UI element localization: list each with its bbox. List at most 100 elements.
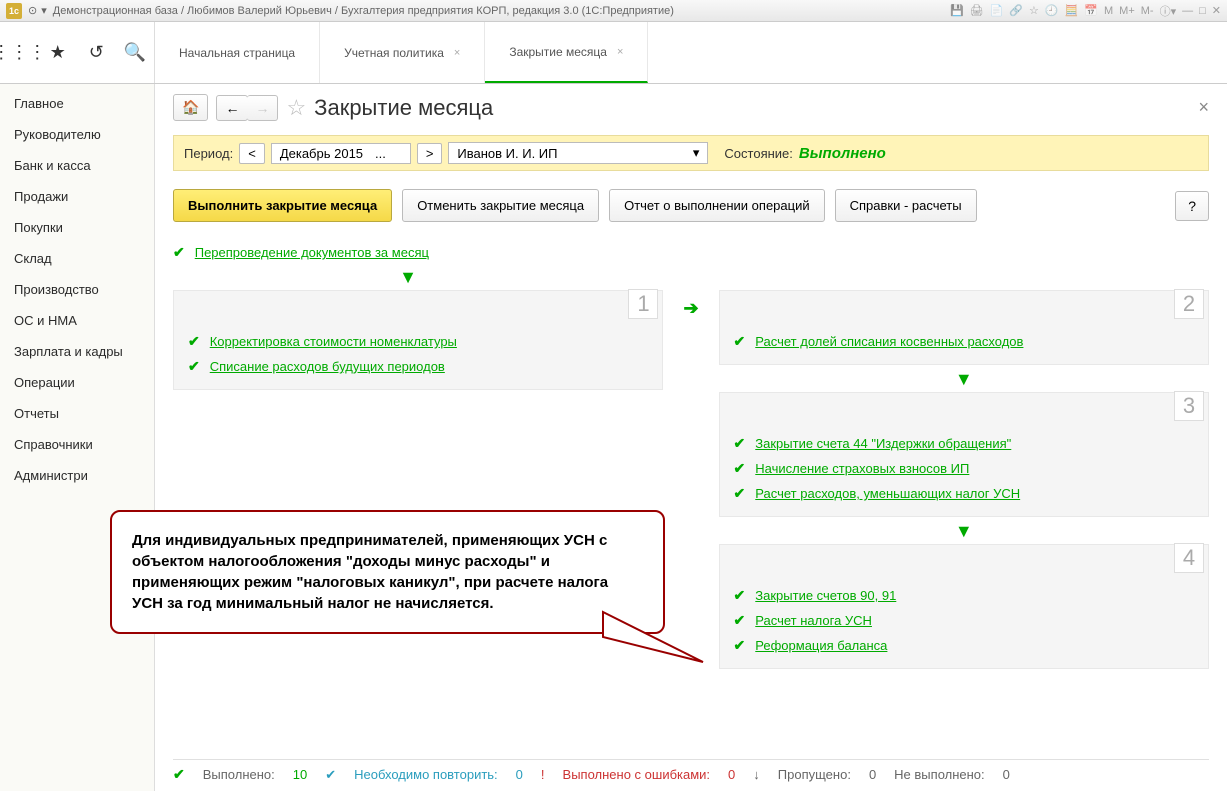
period-field[interactable]: Декабрь 2015 ...	[271, 143, 411, 164]
apps-icon[interactable]: ⋮⋮⋮	[9, 43, 29, 63]
period-picker-icon[interactable]: ...	[375, 146, 386, 161]
sidebar-item-directories[interactable]: Справочники	[0, 429, 154, 460]
execute-button[interactable]: Выполнить закрытие месяца	[173, 189, 392, 222]
save-icon[interactable]: 💾	[950, 4, 964, 17]
op-usn-tax[interactable]: Расчет налога УСН	[755, 613, 872, 628]
dropdown-icon[interactable]: ▾	[41, 4, 47, 17]
favorite-star-icon[interactable]: ☆	[286, 95, 306, 121]
op-cost-correction[interactable]: Корректировка стоимости номенклатуры	[210, 334, 457, 349]
op-reposting[interactable]: Перепроведение документов за месяц	[195, 245, 429, 260]
repeat-count: 0	[516, 767, 523, 782]
sidebar-item-operations[interactable]: Операции	[0, 367, 154, 398]
report-button[interactable]: Отчет о выполнении операций	[609, 189, 825, 222]
home-button[interactable]: 🏠	[173, 94, 208, 121]
op-close-44[interactable]: Закрытие счета 44 "Издержки обращения"	[755, 436, 1011, 451]
page-title: Закрытие месяца	[314, 95, 493, 121]
op-future-expenses[interactable]: Списание расходов будущих периодов	[210, 359, 445, 374]
refs-button[interactable]: Справки - расчеты	[835, 189, 977, 222]
sidebar-item-sales[interactable]: Продажи	[0, 181, 154, 212]
sidebar-item-main[interactable]: Главное	[0, 88, 154, 119]
status-label: Состояние:	[724, 146, 792, 161]
op-reformation[interactable]: Реформация баланса	[755, 638, 887, 653]
period-prev-button[interactable]: <	[239, 143, 265, 164]
sidebar-item-purchases[interactable]: Покупки	[0, 212, 154, 243]
window-title-bar: 1c ⊙ ▾ Демонстрационная база / Любимов В…	[0, 0, 1227, 22]
tab-accounting-policy[interactable]: Учетная политика ×	[320, 22, 485, 83]
stage-1: 1 ✔Корректировка стоимости номенклатуры …	[173, 290, 663, 390]
check-icon: ✔	[173, 766, 185, 783]
sidebar-item-salary[interactable]: Зарплата и кадры	[0, 336, 154, 367]
print-icon[interactable]: 🖨	[970, 4, 984, 17]
skipped-label: Пропущено:	[778, 767, 851, 782]
close-window-icon[interactable]: ✕	[1212, 4, 1221, 17]
repeat-label: Необходимо повторить:	[354, 767, 498, 782]
cancel-button[interactable]: Отменить закрытие месяца	[402, 189, 599, 222]
info-icon[interactable]: ⓘ▾	[1160, 3, 1177, 19]
tab-close-icon[interactable]: ×	[617, 46, 623, 58]
period-value: Декабрь 2015	[280, 146, 363, 161]
link-icon[interactable]: 🔗	[1009, 4, 1023, 17]
calendar-icon[interactable]: 📅	[1084, 4, 1098, 17]
callout-text: Для индивидуальных предпринимателей, при…	[132, 532, 608, 612]
check-icon: ✔	[734, 637, 746, 654]
m-icon[interactable]: M	[1104, 5, 1113, 17]
sidebar-item-warehouse[interactable]: Склад	[0, 243, 154, 274]
main-area: Главное Руководителю Банк и касса Продаж…	[0, 84, 1227, 791]
arrow-right-icon: ➔	[683, 298, 698, 319]
mplus-icon[interactable]: M+	[1119, 5, 1135, 17]
stage-number: 3	[1174, 391, 1204, 421]
maximize-icon[interactable]: □	[1199, 5, 1206, 17]
tab-start[interactable]: Начальная страница	[155, 22, 320, 83]
op-insurance[interactable]: Начисление страховых взносов ИП	[755, 461, 969, 476]
sidebar-item-manager[interactable]: Руководителю	[0, 119, 154, 150]
content-area: 🏠 ←→ ☆ Закрытие месяца × Период: < Декаб…	[155, 84, 1227, 791]
tab-close-icon[interactable]: ×	[454, 47, 460, 59]
back-nav-icon[interactable]: ⊙	[28, 4, 37, 17]
op-usn-expenses[interactable]: Расчет расходов, уменьшающих налог УСН	[755, 486, 1020, 501]
doc-icon[interactable]: 📄	[990, 4, 1004, 17]
sidebar: Главное Руководителю Банк и касса Продаж…	[0, 84, 155, 791]
notexec-count: 0	[1003, 767, 1010, 782]
help-button[interactable]: ?	[1175, 191, 1209, 221]
close-page-icon[interactable]: ×	[1198, 97, 1209, 118]
check-icon: ✔	[188, 333, 200, 350]
tab-month-close[interactable]: Закрытие месяца ×	[485, 22, 648, 83]
favorites-icon[interactable]: ★	[48, 43, 68, 63]
check-icon: ✔	[734, 612, 746, 629]
back-button[interactable]: ←	[216, 95, 248, 121]
action-row: Выполнить закрытие месяца Отменить закры…	[173, 189, 1209, 222]
check-icon: ✔	[734, 435, 746, 452]
op-close-90-91[interactable]: Закрытие счетов 90, 91	[755, 588, 896, 603]
skipped-count: 0	[869, 767, 876, 782]
star-icon[interactable]: ☆	[1029, 4, 1039, 17]
notexec-label: Не выполнено:	[894, 767, 984, 782]
check-icon: ✔	[734, 587, 746, 604]
check-icon: ✔	[734, 485, 746, 502]
arrow-down-icon: ▼	[719, 521, 1209, 542]
organization-field[interactable]: Иванов И. И. ИП ▾	[448, 142, 708, 164]
dropdown-icon[interactable]: ▾	[693, 145, 700, 161]
minimize-icon[interactable]: —	[1182, 5, 1193, 17]
stage-4: 4 ✔Закрытие счетов 90, 91 ✔Расчет налога…	[719, 544, 1209, 669]
sidebar-item-production[interactable]: Производство	[0, 274, 154, 305]
history-icon[interactable]: 🕘	[1045, 4, 1059, 17]
window-title: Демонстрационная база / Любимов Валерий …	[53, 5, 674, 17]
forward-button[interactable]: →	[247, 95, 278, 121]
top-operation: ✔ Перепроведение документов за месяц	[173, 240, 1209, 265]
op-indirect-costs[interactable]: Расчет долей списания косвенных расходов	[755, 334, 1023, 349]
calc-icon[interactable]: 🧮	[1065, 4, 1079, 17]
sidebar-item-bank[interactable]: Банк и касса	[0, 150, 154, 181]
sidebar-item-reports[interactable]: Отчеты	[0, 398, 154, 429]
page-header: 🏠 ←→ ☆ Закрытие месяца ×	[173, 94, 1209, 121]
history-nav-icon[interactable]: ↺	[86, 43, 106, 63]
org-value: Иванов И. И. ИП	[457, 146, 557, 161]
search-icon[interactable]: 🔍	[125, 43, 145, 63]
sidebar-item-admin[interactable]: Администри	[0, 460, 154, 491]
mminus-icon[interactable]: M-	[1141, 5, 1154, 17]
sidebar-item-assets[interactable]: ОС и НМА	[0, 305, 154, 336]
error-icon: !	[541, 767, 545, 782]
period-next-button[interactable]: >	[417, 143, 443, 164]
stage-number: 1	[628, 289, 658, 319]
left-column: 1 ✔Корректировка стоимости номенклатуры …	[173, 290, 663, 394]
done-label: Выполнено:	[203, 767, 275, 782]
